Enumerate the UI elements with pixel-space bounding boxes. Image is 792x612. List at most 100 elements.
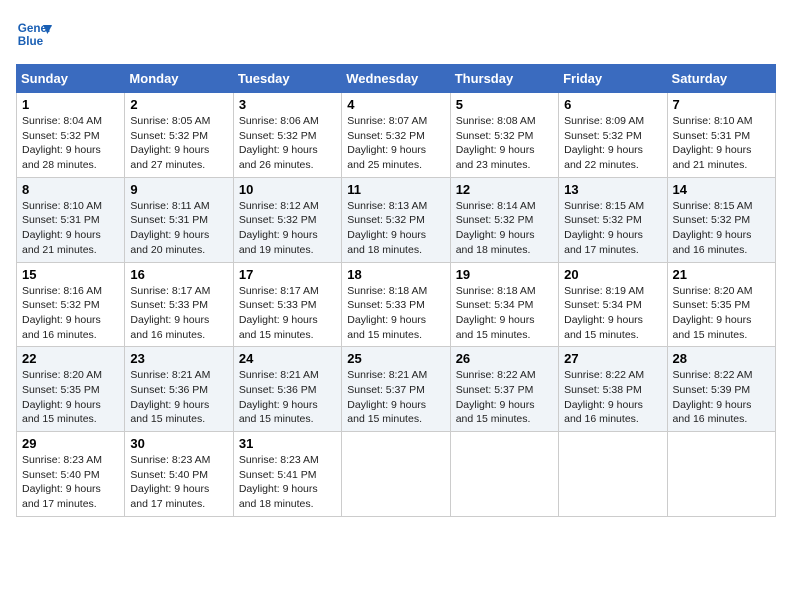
calendar-cell: 24 Sunrise: 8:21 AM Sunset: 5:36 PM Dayl…	[233, 347, 341, 432]
calendar-day-header: Tuesday	[233, 65, 341, 93]
calendar-cell: 14 Sunrise: 8:15 AM Sunset: 5:32 PM Dayl…	[667, 177, 775, 262]
calendar-header-row: SundayMondayTuesdayWednesdayThursdayFrid…	[17, 65, 776, 93]
day-number: 30	[130, 436, 227, 451]
calendar-day-header: Friday	[559, 65, 667, 93]
day-info: Sunrise: 8:04 AM Sunset: 5:32 PM Dayligh…	[22, 114, 119, 173]
calendar-cell: 5 Sunrise: 8:08 AM Sunset: 5:32 PM Dayli…	[450, 93, 558, 178]
calendar-cell: 29 Sunrise: 8:23 AM Sunset: 5:40 PM Dayl…	[17, 432, 125, 517]
day-number: 24	[239, 351, 336, 366]
day-info: Sunrise: 8:10 AM Sunset: 5:31 PM Dayligh…	[22, 199, 119, 258]
calendar-cell: 12 Sunrise: 8:14 AM Sunset: 5:32 PM Dayl…	[450, 177, 558, 262]
day-number: 2	[130, 97, 227, 112]
day-info: Sunrise: 8:21 AM Sunset: 5:36 PM Dayligh…	[130, 368, 227, 427]
day-number: 26	[456, 351, 553, 366]
day-info: Sunrise: 8:05 AM Sunset: 5:32 PM Dayligh…	[130, 114, 227, 173]
calendar-cell: 27 Sunrise: 8:22 AM Sunset: 5:38 PM Dayl…	[559, 347, 667, 432]
day-info: Sunrise: 8:11 AM Sunset: 5:31 PM Dayligh…	[130, 199, 227, 258]
page-header: General Blue	[16, 16, 776, 52]
calendar-cell: 22 Sunrise: 8:20 AM Sunset: 5:35 PM Dayl…	[17, 347, 125, 432]
day-info: Sunrise: 8:18 AM Sunset: 5:34 PM Dayligh…	[456, 284, 553, 343]
day-info: Sunrise: 8:22 AM Sunset: 5:38 PM Dayligh…	[564, 368, 661, 427]
day-info: Sunrise: 8:21 AM Sunset: 5:37 PM Dayligh…	[347, 368, 444, 427]
day-info: Sunrise: 8:20 AM Sunset: 5:35 PM Dayligh…	[673, 284, 770, 343]
calendar-cell: 2 Sunrise: 8:05 AM Sunset: 5:32 PM Dayli…	[125, 93, 233, 178]
day-number: 15	[22, 267, 119, 282]
day-number: 13	[564, 182, 661, 197]
day-info: Sunrise: 8:09 AM Sunset: 5:32 PM Dayligh…	[564, 114, 661, 173]
day-number: 31	[239, 436, 336, 451]
calendar-cell: 15 Sunrise: 8:16 AM Sunset: 5:32 PM Dayl…	[17, 262, 125, 347]
day-number: 18	[347, 267, 444, 282]
calendar-cell: 16 Sunrise: 8:17 AM Sunset: 5:33 PM Dayl…	[125, 262, 233, 347]
day-number: 5	[456, 97, 553, 112]
calendar-cell: 21 Sunrise: 8:20 AM Sunset: 5:35 PM Dayl…	[667, 262, 775, 347]
day-number: 7	[673, 97, 770, 112]
day-info: Sunrise: 8:23 AM Sunset: 5:40 PM Dayligh…	[22, 453, 119, 512]
day-number: 3	[239, 97, 336, 112]
day-number: 20	[564, 267, 661, 282]
calendar-cell: 1 Sunrise: 8:04 AM Sunset: 5:32 PM Dayli…	[17, 93, 125, 178]
logo: General Blue	[16, 16, 52, 52]
day-info: Sunrise: 8:10 AM Sunset: 5:31 PM Dayligh…	[673, 114, 770, 173]
day-info: Sunrise: 8:18 AM Sunset: 5:33 PM Dayligh…	[347, 284, 444, 343]
day-number: 16	[130, 267, 227, 282]
day-info: Sunrise: 8:07 AM Sunset: 5:32 PM Dayligh…	[347, 114, 444, 173]
calendar-cell: 20 Sunrise: 8:19 AM Sunset: 5:34 PM Dayl…	[559, 262, 667, 347]
day-info: Sunrise: 8:15 AM Sunset: 5:32 PM Dayligh…	[673, 199, 770, 258]
day-info: Sunrise: 8:21 AM Sunset: 5:36 PM Dayligh…	[239, 368, 336, 427]
day-info: Sunrise: 8:19 AM Sunset: 5:34 PM Dayligh…	[564, 284, 661, 343]
day-info: Sunrise: 8:23 AM Sunset: 5:40 PM Dayligh…	[130, 453, 227, 512]
day-info: Sunrise: 8:14 AM Sunset: 5:32 PM Dayligh…	[456, 199, 553, 258]
calendar-cell: 3 Sunrise: 8:06 AM Sunset: 5:32 PM Dayli…	[233, 93, 341, 178]
day-number: 28	[673, 351, 770, 366]
calendar-week-row: 1 Sunrise: 8:04 AM Sunset: 5:32 PM Dayli…	[17, 93, 776, 178]
day-number: 14	[673, 182, 770, 197]
calendar-week-row: 29 Sunrise: 8:23 AM Sunset: 5:40 PM Dayl…	[17, 432, 776, 517]
day-number: 6	[564, 97, 661, 112]
day-number: 1	[22, 97, 119, 112]
day-number: 23	[130, 351, 227, 366]
calendar-cell	[450, 432, 558, 517]
day-number: 8	[22, 182, 119, 197]
calendar-cell: 8 Sunrise: 8:10 AM Sunset: 5:31 PM Dayli…	[17, 177, 125, 262]
calendar-week-row: 8 Sunrise: 8:10 AM Sunset: 5:31 PM Dayli…	[17, 177, 776, 262]
day-number: 22	[22, 351, 119, 366]
calendar-cell: 31 Sunrise: 8:23 AM Sunset: 5:41 PM Dayl…	[233, 432, 341, 517]
calendar-cell: 7 Sunrise: 8:10 AM Sunset: 5:31 PM Dayli…	[667, 93, 775, 178]
day-info: Sunrise: 8:22 AM Sunset: 5:37 PM Dayligh…	[456, 368, 553, 427]
calendar-cell: 19 Sunrise: 8:18 AM Sunset: 5:34 PM Dayl…	[450, 262, 558, 347]
calendar-table: SundayMondayTuesdayWednesdayThursdayFrid…	[16, 64, 776, 517]
calendar-cell: 26 Sunrise: 8:22 AM Sunset: 5:37 PM Dayl…	[450, 347, 558, 432]
calendar-cell: 18 Sunrise: 8:18 AM Sunset: 5:33 PM Dayl…	[342, 262, 450, 347]
day-info: Sunrise: 8:13 AM Sunset: 5:32 PM Dayligh…	[347, 199, 444, 258]
day-number: 27	[564, 351, 661, 366]
day-number: 29	[22, 436, 119, 451]
calendar-day-header: Wednesday	[342, 65, 450, 93]
day-info: Sunrise: 8:20 AM Sunset: 5:35 PM Dayligh…	[22, 368, 119, 427]
calendar-day-header: Sunday	[17, 65, 125, 93]
calendar-cell: 11 Sunrise: 8:13 AM Sunset: 5:32 PM Dayl…	[342, 177, 450, 262]
day-info: Sunrise: 8:08 AM Sunset: 5:32 PM Dayligh…	[456, 114, 553, 173]
calendar-cell: 28 Sunrise: 8:22 AM Sunset: 5:39 PM Dayl…	[667, 347, 775, 432]
day-info: Sunrise: 8:22 AM Sunset: 5:39 PM Dayligh…	[673, 368, 770, 427]
calendar-cell: 23 Sunrise: 8:21 AM Sunset: 5:36 PM Dayl…	[125, 347, 233, 432]
day-info: Sunrise: 8:15 AM Sunset: 5:32 PM Dayligh…	[564, 199, 661, 258]
day-info: Sunrise: 8:16 AM Sunset: 5:32 PM Dayligh…	[22, 284, 119, 343]
calendar-day-header: Monday	[125, 65, 233, 93]
calendar-cell: 6 Sunrise: 8:09 AM Sunset: 5:32 PM Dayli…	[559, 93, 667, 178]
calendar-day-header: Saturday	[667, 65, 775, 93]
day-number: 4	[347, 97, 444, 112]
calendar-cell: 10 Sunrise: 8:12 AM Sunset: 5:32 PM Dayl…	[233, 177, 341, 262]
calendar-cell: 17 Sunrise: 8:17 AM Sunset: 5:33 PM Dayl…	[233, 262, 341, 347]
day-info: Sunrise: 8:17 AM Sunset: 5:33 PM Dayligh…	[130, 284, 227, 343]
day-info: Sunrise: 8:23 AM Sunset: 5:41 PM Dayligh…	[239, 453, 336, 512]
calendar-week-row: 22 Sunrise: 8:20 AM Sunset: 5:35 PM Dayl…	[17, 347, 776, 432]
day-info: Sunrise: 8:06 AM Sunset: 5:32 PM Dayligh…	[239, 114, 336, 173]
calendar-cell	[667, 432, 775, 517]
calendar-week-row: 15 Sunrise: 8:16 AM Sunset: 5:32 PM Dayl…	[17, 262, 776, 347]
day-number: 19	[456, 267, 553, 282]
day-number: 11	[347, 182, 444, 197]
calendar-cell: 4 Sunrise: 8:07 AM Sunset: 5:32 PM Dayli…	[342, 93, 450, 178]
day-number: 25	[347, 351, 444, 366]
day-info: Sunrise: 8:12 AM Sunset: 5:32 PM Dayligh…	[239, 199, 336, 258]
